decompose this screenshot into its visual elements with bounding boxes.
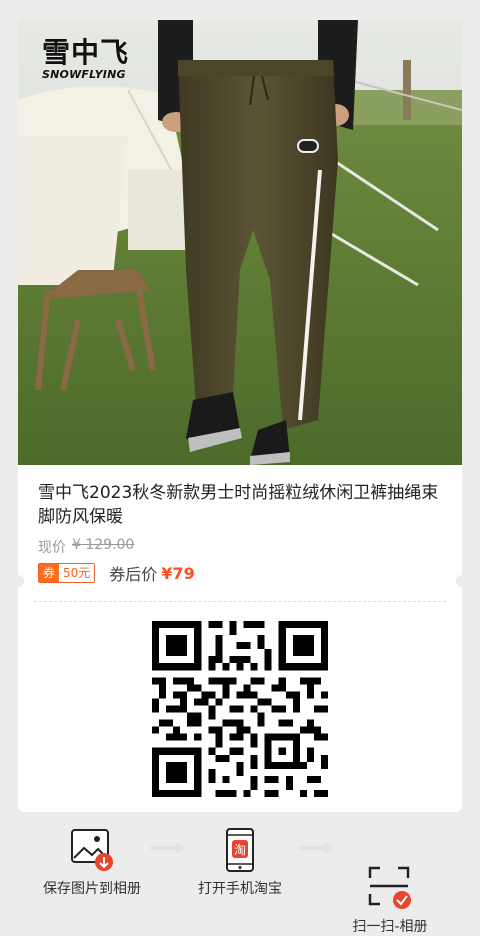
coupon-badge: 券 50元 — [38, 563, 96, 583]
after-coupon-label: 券后价 — [109, 565, 158, 584]
image-download-icon — [70, 828, 114, 872]
taobao-glyph: 淘 — [234, 843, 246, 857]
brand-logo: 雪中飞 SNOWFLYING — [42, 36, 130, 82]
original-price: ¥ 129.00 — [72, 537, 135, 553]
coupon-row: 券 50元 券后价 ¥79 — [38, 561, 195, 585]
save-to-album-label: 保存图片到相册 — [43, 881, 141, 897]
qr-code — [152, 621, 328, 797]
coupon-badge-label: 券 — [39, 564, 59, 582]
scan-frame-icon — [368, 847, 412, 909]
open-taobao-label: 打开手机淘宝 — [198, 881, 282, 897]
ticket-notch-right — [456, 575, 468, 587]
ticket-notch-left — [12, 575, 24, 587]
product-title: 雪中飞2023秋冬新款男士时尚摇粒绒休闲卫裤抽绳束脚防风保暖 — [38, 483, 439, 527]
product-share-card: 雪中飞 SNOWFLYING 雪中飞2023秋冬新款男士时尚摇粒绒休闲卫裤抽绳束… — [18, 20, 462, 812]
dashed-divider — [34, 601, 446, 602]
product-photo: 雪中飞 SNOWFLYING — [18, 20, 462, 465]
brand-logo-en: SNOWFLYING — [42, 68, 126, 81]
share-actions-bar: 保存图片到相册 淘 打开手机淘宝 扫一扫-相册 — [0, 816, 480, 936]
after-coupon-price: ¥79 — [161, 563, 195, 583]
scan-from-album-label: 扫一扫-相册 选取该图片 — [352, 919, 428, 935]
step-arrow-2 — [298, 842, 332, 854]
coupon-amount: 50元 — [59, 564, 95, 582]
phone-taobao-icon: 淘 — [218, 828, 262, 872]
current-price-label: 现价 — [38, 540, 66, 556]
open-taobao-button[interactable]: 淘 打开手机淘宝 — [180, 828, 300, 899]
current-price-row: 现价 ¥ 129.00 — [38, 537, 134, 557]
product-photo-illustration — [18, 20, 462, 465]
scan-from-album-button[interactable]: 扫一扫-相册 选取该图片 — [330, 828, 450, 936]
save-to-album-button[interactable]: 保存图片到相册 — [30, 828, 154, 899]
brand-logo-cn: 雪中飞 — [42, 36, 130, 69]
